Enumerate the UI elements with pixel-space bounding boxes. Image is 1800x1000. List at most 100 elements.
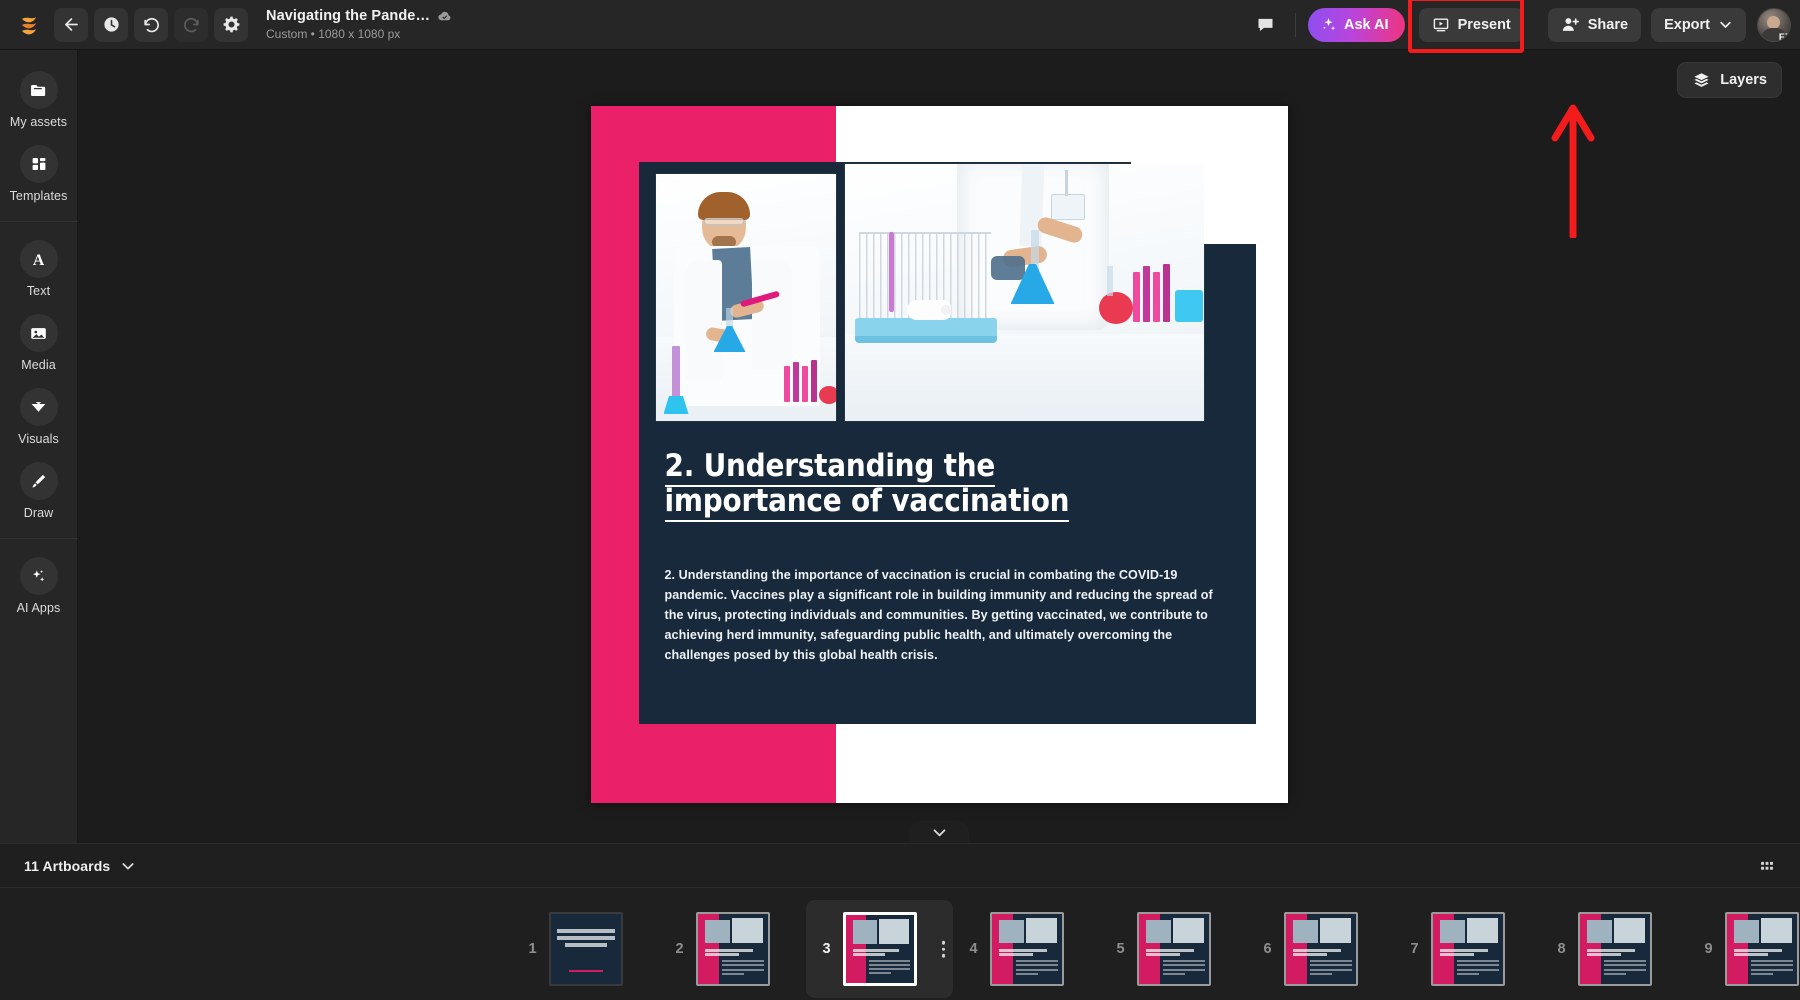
- redo-icon: [182, 15, 201, 34]
- sidebar-item-text[interactable]: A Text: [2, 233, 76, 307]
- photo-tube-4: [1163, 264, 1170, 322]
- share-label: Share: [1588, 17, 1628, 33]
- top-toolbar: Navigating the Pande… Custom • 1080 x 10…: [0, 0, 1800, 50]
- export-button[interactable]: Export: [1651, 8, 1746, 42]
- artboards-panel: 11 Artboards 123 456789: [0, 843, 1800, 1000]
- preview-body-line: [1604, 973, 1626, 975]
- preview-body-line: [1604, 969, 1646, 971]
- sidebar-item-templates[interactable]: Templates: [2, 138, 76, 212]
- preview-body-line: [1310, 960, 1352, 962]
- document-title[interactable]: Navigating the Pande…: [266, 8, 430, 24]
- artboard-number: 9: [1702, 941, 1715, 957]
- collapse-artboards-button[interactable]: [909, 821, 969, 843]
- back-button[interactable]: [54, 8, 88, 42]
- sidebar-item-label: AI Apps: [17, 601, 61, 615]
- artboard-number: 3: [820, 941, 833, 957]
- photo-round-flask-neck: [1107, 266, 1113, 296]
- editor-body: My assets Templates A: [0, 50, 1800, 843]
- artboard-thumbnail-5[interactable]: 5: [1100, 900, 1247, 998]
- artboards-thumbnail-rail[interactable]: 123 456789: [0, 888, 1800, 1000]
- svg-text:A: A: [33, 252, 45, 269]
- present-button-wrapper: Present: [1419, 8, 1524, 42]
- sidebar-item-visuals[interactable]: Visuals: [2, 381, 76, 455]
- artboard-thumbnail-3[interactable]: 3: [806, 900, 953, 998]
- sidebar-item-label: Media: [21, 358, 56, 372]
- present-label: Present: [1458, 17, 1511, 33]
- preview-body-line: [869, 960, 910, 962]
- preview-title-line: [565, 943, 607, 947]
- preview-body-line: [1016, 973, 1038, 975]
- preview-image: [1614, 918, 1645, 943]
- artboard-thumbnail-9[interactable]: 9: [1688, 900, 1800, 998]
- photo-round-flask-red: [1099, 292, 1133, 324]
- artboards-count-label: 11 Artboards: [24, 858, 110, 874]
- artboard-preview: [990, 912, 1064, 986]
- user-plus-icon: [1561, 15, 1580, 34]
- preview-body-line: [1751, 973, 1773, 975]
- artboard-thumbnail-7[interactable]: 7: [1394, 900, 1541, 998]
- grid-view-icon: [1758, 857, 1776, 875]
- preview-body-line: [1016, 960, 1058, 962]
- avatar-head: [1767, 16, 1780, 29]
- photo-tube-2: [793, 362, 799, 402]
- undo-button[interactable]: [134, 8, 168, 42]
- present-screen-icon: [1432, 16, 1450, 34]
- sidebar-item-label: My assets: [10, 115, 67, 129]
- chevron-down-icon: [120, 858, 136, 874]
- preview-body-line: [1604, 960, 1646, 962]
- slide-image-lab-technician[interactable]: [845, 164, 1204, 421]
- document-dimensions: Custom • 1080 x 1080 px: [266, 27, 452, 41]
- preview-title-line: [1587, 949, 1635, 952]
- version-history-button[interactable]: [94, 8, 128, 42]
- ask-ai-button[interactable]: Ask AI: [1308, 8, 1405, 42]
- export-label: Export: [1664, 17, 1710, 33]
- settings-button[interactable]: [214, 8, 248, 42]
- preview-image: [1293, 920, 1318, 944]
- canvas-area[interactable]: Layers: [78, 50, 1800, 843]
- preview-title-line: [853, 949, 899, 952]
- preview-image: [1761, 918, 1792, 943]
- artboard-thumbnail-1[interactable]: 1: [512, 900, 659, 998]
- photo-sleeve-cuff: [991, 256, 1025, 280]
- artboard-preview: [1284, 912, 1358, 986]
- redo-button[interactable]: [174, 8, 208, 42]
- artboard-thumbnail-8[interactable]: 8: [1541, 900, 1688, 998]
- preview-body-line: [1457, 973, 1479, 975]
- artboard-preview: [1725, 912, 1799, 986]
- preview-title-line: [1293, 953, 1327, 956]
- sidebar-item-my-assets[interactable]: My assets: [2, 64, 76, 138]
- artboard-thumbnail-6[interactable]: 6: [1247, 900, 1394, 998]
- preview-body-line: [1163, 973, 1185, 975]
- preview-image: [1467, 918, 1498, 943]
- share-button[interactable]: Share: [1548, 8, 1641, 42]
- avatar[interactable]: ET: [1758, 9, 1790, 41]
- layers-button[interactable]: Layers: [1677, 62, 1782, 98]
- artboard-thumbnail-4[interactable]: 4: [953, 900, 1100, 998]
- comment-button[interactable]: [1247, 7, 1285, 43]
- photo-tube-3: [1153, 272, 1160, 322]
- artboard-preview: [1578, 912, 1652, 986]
- photo-id-badge: [1051, 194, 1085, 220]
- preview-title-line: [1734, 949, 1782, 952]
- sidebar-item-draw[interactable]: Draw: [2, 455, 76, 529]
- sidebar-item-ai-apps[interactable]: AI Apps: [2, 550, 76, 624]
- preview-body-line: [722, 964, 764, 966]
- slide-image-scientist[interactable]: [656, 174, 836, 421]
- arrow-left-icon: [62, 15, 81, 34]
- sidebar-item-label: Text: [27, 284, 50, 298]
- more-options-icon[interactable]: [942, 941, 946, 958]
- top-toolbar-actions: Ask AI Present: [1247, 7, 1790, 43]
- photo-hair: [698, 192, 750, 220]
- artboards-dropdown-button[interactable]: [120, 858, 136, 874]
- grid-view-button[interactable]: [1752, 851, 1782, 881]
- ask-ai-label: Ask AI: [1344, 17, 1389, 33]
- sidebar-divider: [0, 221, 78, 222]
- present-button[interactable]: Present: [1419, 8, 1524, 42]
- brand-logo-icon[interactable]: [12, 8, 46, 42]
- preview-title-line: [1440, 953, 1474, 956]
- photo-badge-clip: [1065, 170, 1068, 196]
- slide-heading-text: 2. Understanding the importance of vacci…: [665, 448, 1070, 522]
- artboard-canvas-slide[interactable]: 2. Understanding the importance of vacci…: [591, 106, 1288, 803]
- sidebar-item-media[interactable]: Media: [2, 307, 76, 381]
- artboard-thumbnail-2[interactable]: 2: [659, 900, 806, 998]
